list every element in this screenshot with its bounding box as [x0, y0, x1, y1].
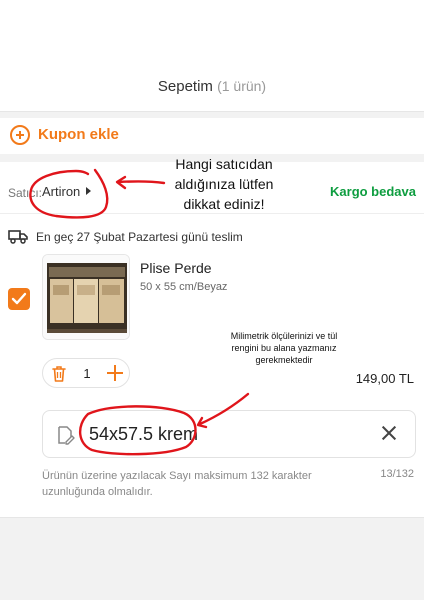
note-icon	[58, 426, 75, 445]
cart-item-card: Satıcı: Artiron Kargo bedava Hangi satıc…	[0, 156, 424, 518]
note-input[interactable]: 54x57.5 krem	[42, 410, 416, 458]
annotation-seller-note: Hangi satıcıdan aldığınıza lütfen dikkat…	[174, 156, 274, 212]
note-char-counter: 13/132	[380, 468, 414, 480]
quantity-value: 1	[83, 366, 91, 381]
page-header: Sepetim (1 ürün)	[0, 0, 424, 112]
checkbox-icon	[11, 292, 27, 305]
truck-icon	[8, 230, 28, 244]
note-hint-text: Ürünün üzerine yazılacak Sayı maksimum 1…	[42, 470, 312, 498]
free-shipping-badge: Kargo bedava	[330, 184, 416, 199]
coupon-add-link[interactable]: Kupon ekle	[38, 126, 119, 143]
plus-icon[interactable]	[106, 364, 124, 382]
coupon-row[interactable]: Kupon ekle	[0, 118, 424, 154]
seller-name-link[interactable]: Artiron	[42, 184, 80, 199]
page-title: Sepetim (1 ürün)	[0, 78, 424, 95]
page-bottom-area	[0, 518, 424, 600]
product-price: 149,00 TL	[355, 371, 414, 386]
product-image[interactable]	[42, 254, 130, 340]
product-variant: 50 x 55 cm/Beyaz	[140, 281, 228, 293]
note-input-value[interactable]: 54x57.5 krem	[89, 424, 198, 445]
delivery-info: En geç 27 Şubat Pazartesi günü teslim	[8, 228, 418, 246]
cart-item-count: (1 ürün)	[217, 78, 267, 94]
product-name[interactable]: Plise Perde	[140, 260, 212, 276]
trash-icon[interactable]	[51, 365, 67, 383]
caret-right-icon[interactable]	[86, 187, 91, 195]
seller-prefix: Satıcı:	[8, 186, 43, 200]
product-photo	[43, 255, 129, 339]
coupon-plus-icon[interactable]	[10, 125, 30, 145]
page-title-text: Sepetim	[157, 78, 213, 95]
quantity-stepper: 1	[42, 358, 130, 388]
annotation-measure-note: Milimetrik ölçülerinizi ve tül rengini b…	[230, 331, 338, 365]
item-select-checkbox[interactable]	[8, 288, 30, 310]
close-icon[interactable]	[381, 425, 397, 441]
delivery-date-text: En geç 27 Şubat Pazartesi günü teslim	[36, 230, 243, 244]
